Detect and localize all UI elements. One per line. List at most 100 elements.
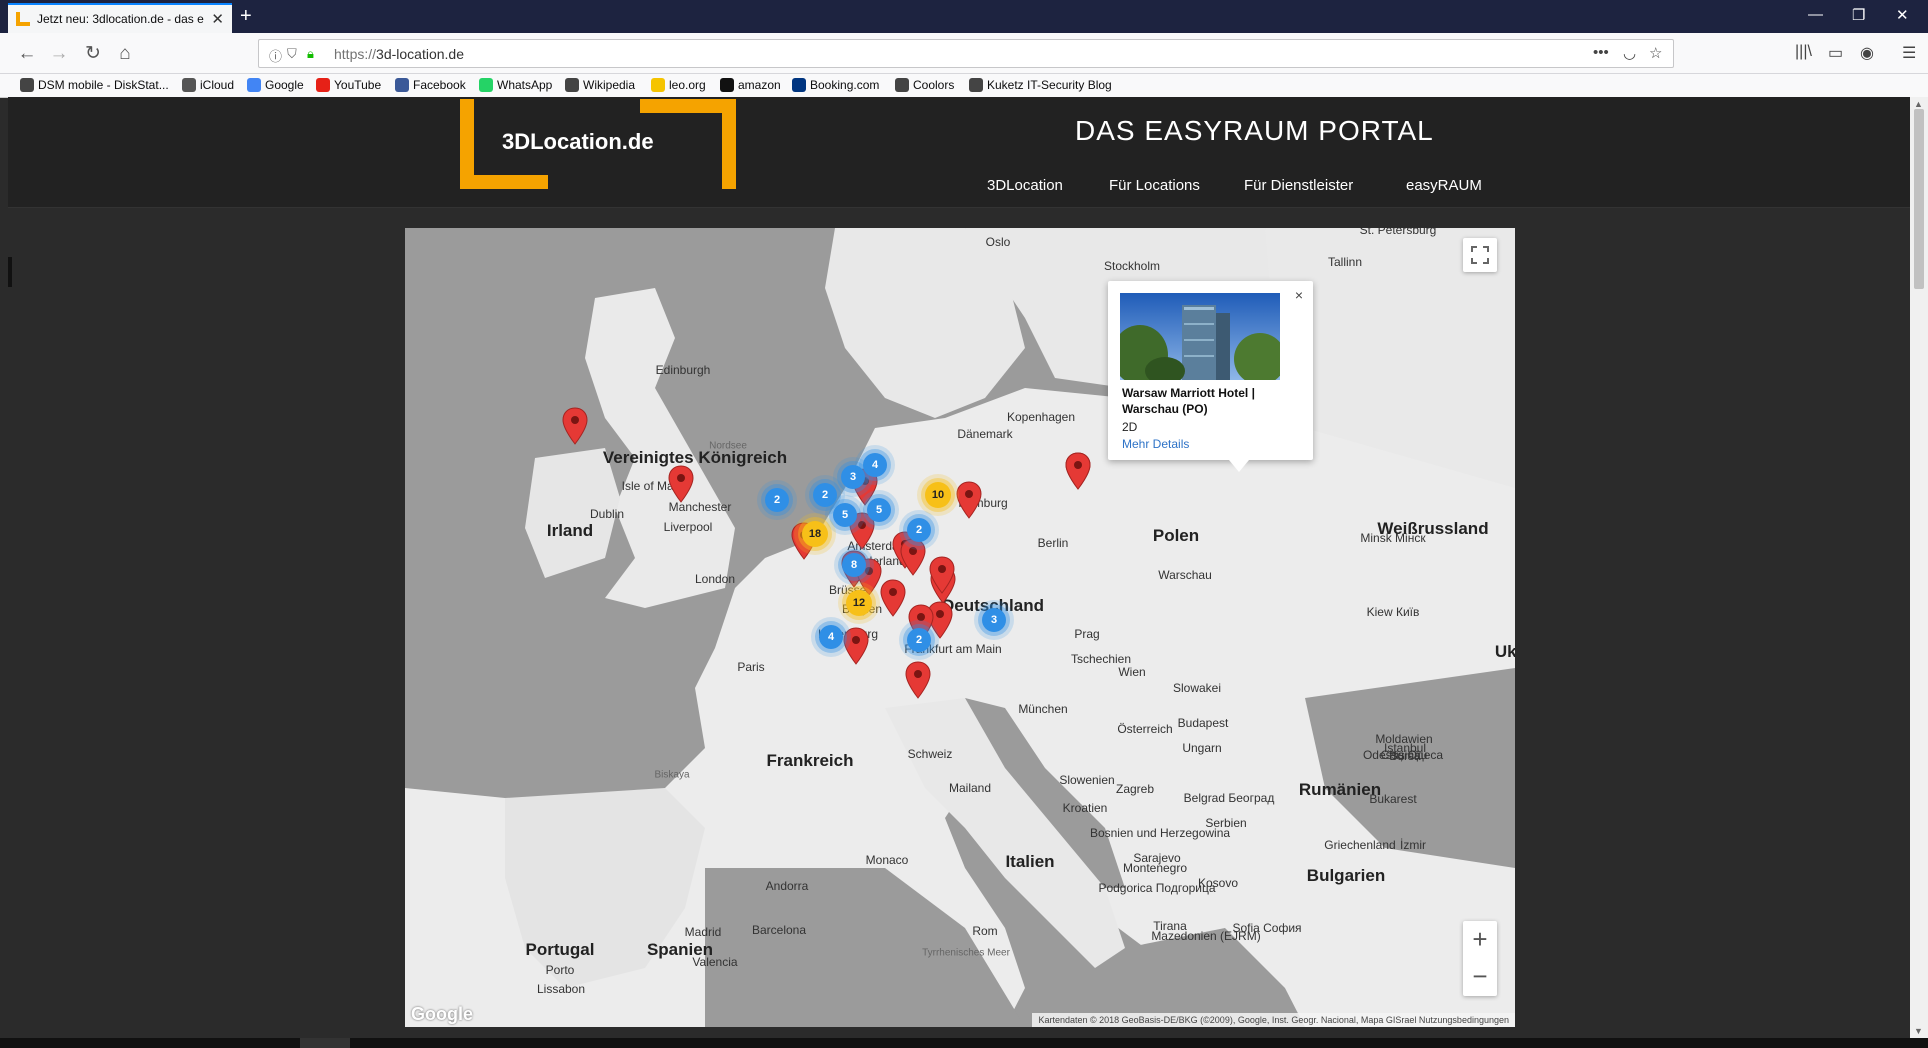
- map-place-label: Kopenhagen: [1006, 410, 1076, 424]
- home-icon[interactable]: ⌂: [112, 41, 138, 67]
- bookmark-item[interactable]: Coolors: [895, 78, 954, 92]
- location-marker-icon[interactable]: [880, 579, 906, 617]
- portal-title: DAS EASYRAUM PORTAL: [1075, 115, 1434, 146]
- globe-icon: [895, 78, 909, 92]
- marker-cluster[interactable]: 5: [867, 498, 891, 522]
- reload-icon[interactable]: ↻: [80, 41, 106, 67]
- site-header: 3DLocation.de DAS EASYRAUM PORTAL 3DLoca…: [8, 97, 1910, 208]
- marker-cluster[interactable]: 2: [765, 488, 789, 512]
- marker-cluster[interactable]: 4: [863, 453, 887, 477]
- marker-cluster[interactable]: 3: [982, 608, 1006, 632]
- selected-location-marker-icon[interactable]: [1065, 452, 1091, 490]
- bookmark-item[interactable]: Facebook: [395, 78, 466, 92]
- map-place-label: Andorra: [765, 879, 809, 893]
- site-logo[interactable]: 3DLocation.de: [460, 99, 736, 189]
- marker-cluster[interactable]: 4: [819, 625, 843, 649]
- map-place-label: St. Petersburg: [1359, 228, 1437, 237]
- pocket-icon[interactable]: ◡: [1623, 44, 1636, 62]
- bookmark-label: Coolors: [913, 78, 955, 92]
- bookmark-item[interactable]: iCloud: [182, 78, 234, 92]
- url-text[interactable]: https://3d-location.de: [334, 46, 464, 62]
- map-place-label: Paris: [737, 660, 765, 674]
- lock-icon[interactable]: 🔒︎: [307, 46, 314, 62]
- url-bar[interactable]: ⓘ ⛉ 🔒︎ https://3d-location.de ••• ◡ ☆: [258, 39, 1674, 68]
- location-marker-icon[interactable]: [668, 465, 694, 503]
- map-place-label: Mailand: [948, 781, 992, 795]
- map-place-label: Bukarest: [1369, 792, 1417, 806]
- scroll-up-icon[interactable]: ▲: [1914, 99, 1923, 109]
- location-photo[interactable]: [1120, 293, 1280, 380]
- google-logo[interactable]: Google: [411, 1004, 473, 1025]
- taskbar-item[interactable]: [300, 1038, 350, 1048]
- menu-icon[interactable]: ☰: [1902, 43, 1916, 63]
- map-attribution[interactable]: Kartendaten © 2018 GeoBasis-DE/BKG (©200…: [1032, 1013, 1515, 1027]
- location-marker-icon[interactable]: [905, 661, 931, 699]
- booking-icon: [792, 78, 806, 92]
- bookmark-item[interactable]: DSM mobile - DiskStat...: [20, 78, 169, 92]
- bookmark-item[interactable]: WhatsApp: [479, 78, 552, 92]
- fullscreen-icon: [1471, 246, 1489, 264]
- bookmark-item[interactable]: Booking.com: [792, 78, 879, 92]
- scroll-down-icon[interactable]: ▼: [1914, 1026, 1923, 1036]
- map-country-label: Frankreich: [766, 751, 854, 770]
- bookmark-star-icon[interactable]: ☆: [1649, 44, 1662, 62]
- zoom-in-button[interactable]: +: [1463, 921, 1497, 958]
- scroll-thumb[interactable]: [1914, 109, 1924, 289]
- marker-cluster[interactable]: 8: [842, 553, 866, 577]
- info-icon[interactable]: ⓘ: [269, 46, 282, 65]
- bookmark-item[interactable]: Google: [247, 78, 304, 92]
- back-icon[interactable]: ←: [14, 41, 40, 67]
- nav-3dlocation[interactable]: 3DLocation: [987, 177, 1063, 194]
- new-tab-button[interactable]: +: [240, 5, 252, 27]
- nav-fuer-locations[interactable]: Für Locations: [1109, 177, 1200, 194]
- location-map[interactable]: Vereinigtes Königreich Irland Frankreich De…: [405, 228, 1515, 1027]
- bookmark-label: Google: [265, 78, 304, 92]
- location-marker-icon[interactable]: [843, 627, 869, 665]
- map-place-label: Madrid: [684, 925, 722, 939]
- marker-cluster[interactable]: 5: [833, 503, 857, 527]
- bookmark-label: Booking.com: [810, 78, 880, 92]
- close-icon[interactable]: ×: [1295, 287, 1303, 303]
- zoom-out-button[interactable]: −: [1463, 958, 1497, 995]
- map-place-label: Kroatien: [1062, 801, 1108, 815]
- bookmark-label: Facebook: [413, 78, 466, 92]
- nav-fuer-dienstleister[interactable]: Für Dienstleister: [1244, 177, 1353, 194]
- marker-cluster[interactable]: 2: [907, 628, 931, 652]
- marker-cluster[interactable]: 2: [907, 518, 931, 542]
- restore-icon[interactable]: ❐: [1852, 6, 1865, 24]
- bookmark-item[interactable]: Kuketz IT-Security Blog: [969, 78, 1112, 92]
- marker-cluster[interactable]: 2: [813, 483, 837, 507]
- bookmark-item[interactable]: leo.org: [651, 78, 706, 92]
- shield-icon[interactable]: ⛉: [287, 46, 297, 62]
- leo-icon: [651, 78, 665, 92]
- more-details-link[interactable]: Mehr Details: [1122, 437, 1189, 451]
- location-marker-icon[interactable]: [900, 538, 926, 576]
- sidebar-icon[interactable]: ▭: [1828, 43, 1843, 63]
- map-place-label: Porto: [545, 963, 575, 977]
- map-country-label: Italien: [1005, 852, 1055, 871]
- page-scrollbar[interactable]: ▲ ▼: [1910, 97, 1928, 1038]
- library-icon[interactable]: |||\: [1795, 43, 1812, 61]
- minimize-icon[interactable]: —: [1808, 6, 1823, 23]
- bookmark-item[interactable]: amazon: [720, 78, 781, 92]
- location-marker-icon[interactable]: [929, 556, 955, 594]
- amazon-icon: [720, 78, 734, 92]
- marker-cluster[interactable]: 10: [925, 482, 951, 508]
- browser-tab[interactable]: Jetzt neu: 3dlocation.de - das e ✕: [8, 3, 232, 33]
- nav-easyraum[interactable]: easyRAUM: [1406, 177, 1482, 194]
- close-tab-icon[interactable]: ✕: [211, 10, 224, 28]
- location-marker-icon[interactable]: [562, 407, 588, 445]
- page-actions-icon[interactable]: •••: [1593, 44, 1609, 61]
- bookmark-item[interactable]: YouTube: [316, 78, 381, 92]
- marker-cluster[interactable]: 12: [846, 590, 872, 616]
- forward-icon[interactable]: →: [46, 41, 72, 67]
- map-place-label: Slowenien: [1059, 773, 1115, 787]
- bookmark-item[interactable]: Wikipedia: [565, 78, 635, 92]
- map-place-label: Oslo: [985, 235, 1011, 249]
- extension-icon[interactable]: ◉: [1860, 43, 1874, 63]
- close-window-icon[interactable]: ✕: [1896, 6, 1909, 24]
- marker-cluster[interactable]: 18: [802, 521, 828, 547]
- location-marker-icon[interactable]: [956, 481, 982, 519]
- marker-cluster[interactable]: 3: [841, 465, 865, 489]
- fullscreen-button[interactable]: [1463, 238, 1497, 272]
